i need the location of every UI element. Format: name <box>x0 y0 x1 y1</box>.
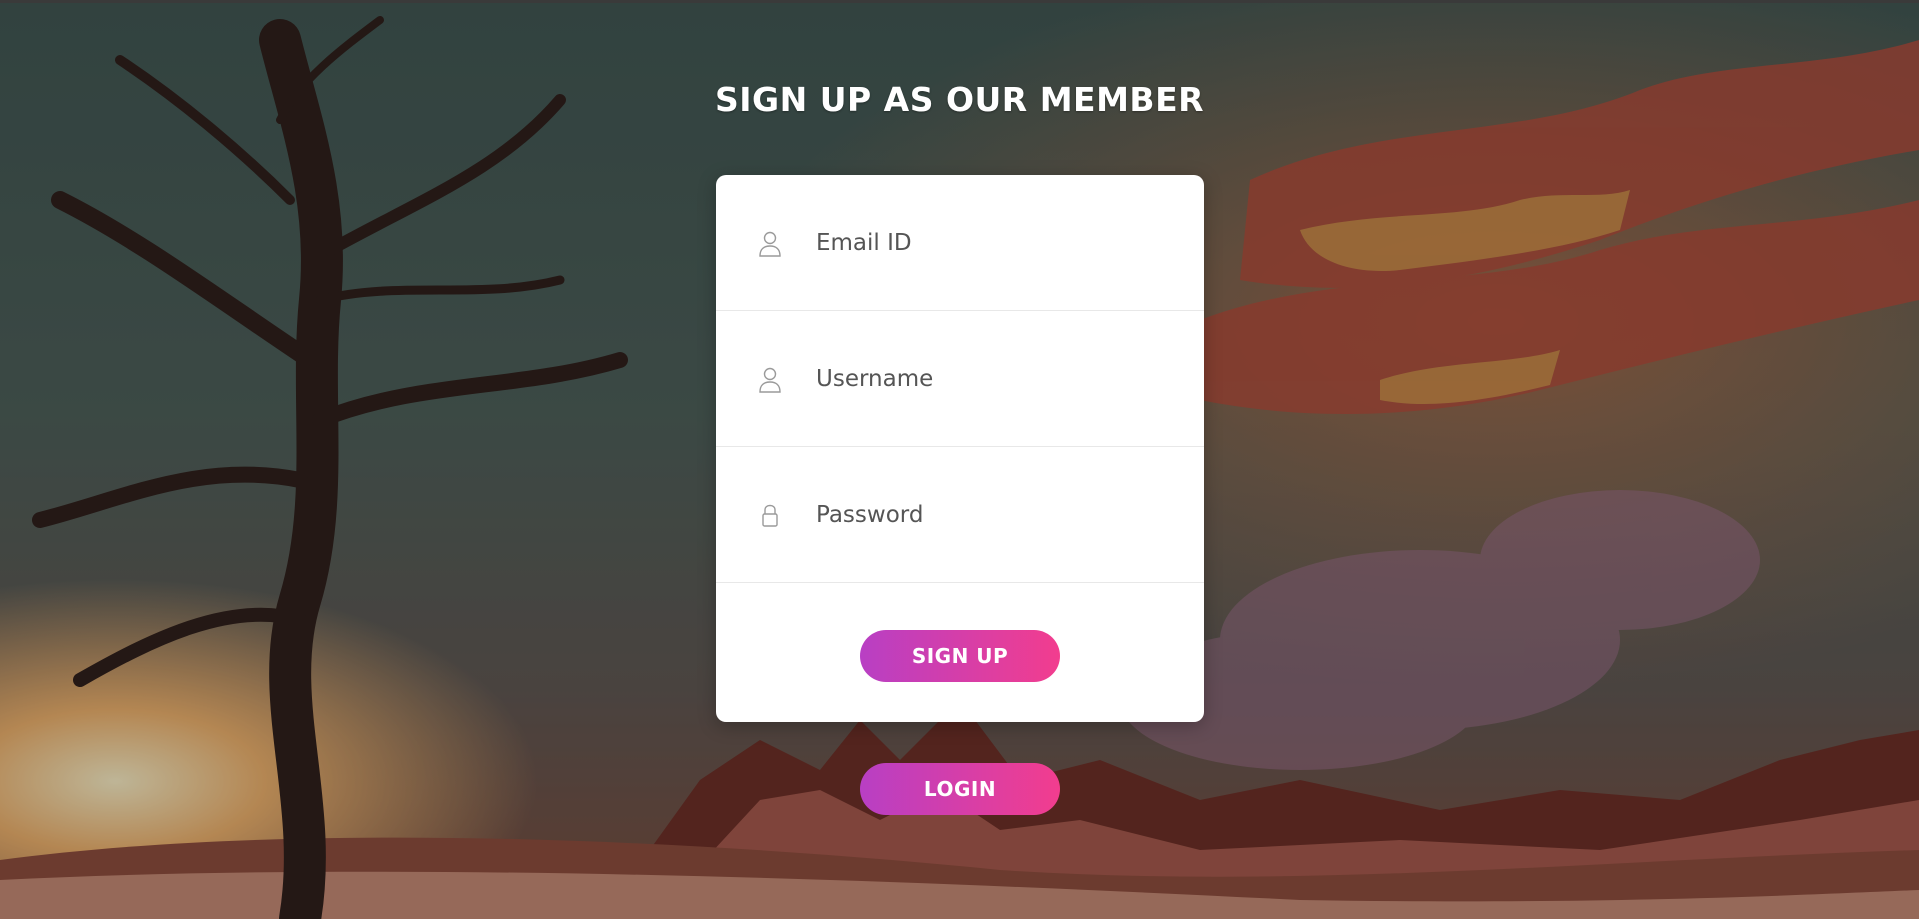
username-field[interactable] <box>816 359 1176 399</box>
user-icon <box>759 231 781 257</box>
user-icon <box>759 367 781 393</box>
lock-icon <box>762 504 778 527</box>
page-title: SIGN UP AS OUR MEMBER <box>714 80 1205 119</box>
email-field[interactable] <box>816 223 1176 263</box>
signup-button[interactable]: SIGN UP <box>860 630 1060 682</box>
password-field-row <box>716 447 1204 583</box>
signup-form: SIGN UP <box>716 175 1204 722</box>
username-field-row <box>716 311 1204 447</box>
window-top-border <box>0 0 1919 3</box>
email-field-row <box>716 175 1204 311</box>
content-layer: SIGN UP AS OUR MEMBER Email ID Username … <box>0 0 1919 919</box>
password-field[interactable] <box>816 495 1176 535</box>
signup-page: SIGN UP AS OUR MEMBER Email ID Username … <box>0 0 1919 919</box>
login-button[interactable]: LOGIN <box>860 763 1060 815</box>
